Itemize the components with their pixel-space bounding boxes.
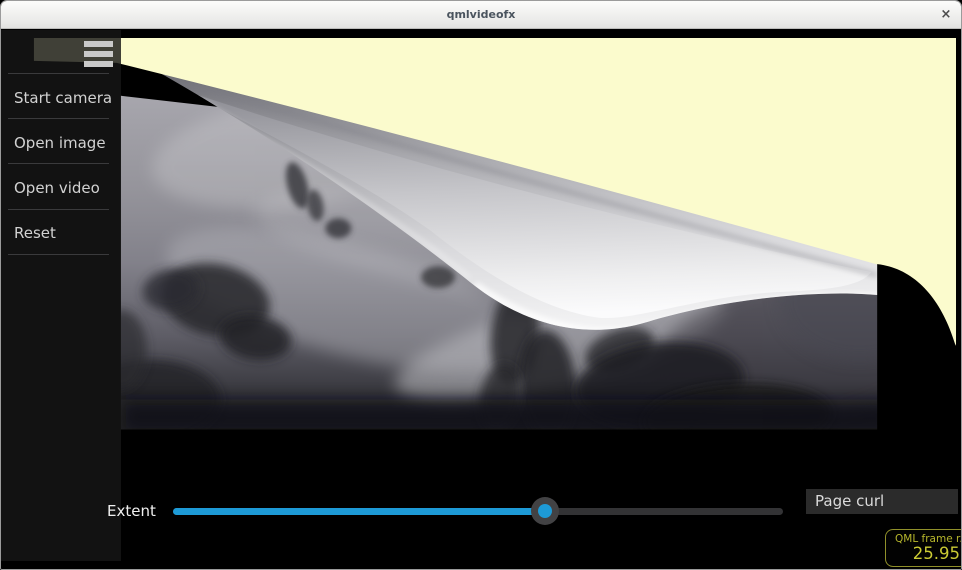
sidebar-item-start-camera[interactable]: Start camera	[14, 87, 112, 109]
sidebar-item-open-image[interactable]: Open image	[14, 132, 106, 154]
video-preview	[1, 29, 961, 569]
sidebar-divider	[8, 254, 109, 255]
sidebar-divider	[8, 73, 109, 74]
sidebar-item-open-video[interactable]: Open video	[14, 177, 100, 199]
menu-icon[interactable]	[84, 41, 113, 71]
effect-button[interactable]: Page curl	[806, 489, 958, 514]
app-content: Start camera Open image Open video Reset…	[1, 29, 961, 569]
sidebar-item-reset[interactable]: Reset	[14, 222, 56, 244]
app-window: qmlvideofx ×	[0, 0, 962, 570]
slider-handle[interactable]	[531, 497, 559, 525]
sidebar-divider	[8, 163, 109, 164]
slider-handle-dot	[538, 504, 552, 518]
titlebar: qmlvideofx ×	[1, 1, 961, 29]
sidebar: Start camera Open image Open video Reset	[1, 30, 121, 561]
fps-panel: QML frame r... 25.95	[885, 529, 961, 567]
slider-fill	[173, 508, 545, 515]
window-title: qmlvideofx	[1, 1, 961, 29]
sidebar-divider	[8, 118, 109, 119]
sidebar-divider	[8, 209, 109, 210]
slider-label: Extent	[107, 501, 156, 521]
fps-value: 25.95	[886, 545, 960, 563]
close-icon[interactable]: ×	[937, 1, 955, 29]
